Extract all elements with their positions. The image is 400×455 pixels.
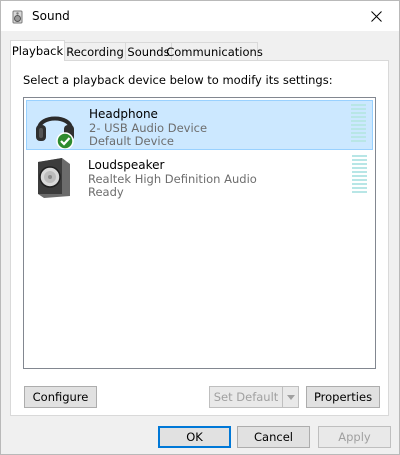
volume-meter [351,104,366,144]
headphone-icon [36,116,74,149]
speaker-app-icon [12,10,23,24]
device-item-headphone[interactable]: Headphone 2- USB Audio Device Default De… [26,100,373,150]
device-driver: 2- USB Audio Device [89,121,208,135]
device-name: Loudspeaker [88,158,165,172]
volume-meter [352,155,367,195]
set-default-button[interactable]: Set Default [209,386,283,408]
device-driver: Realtek High Definition Audio [88,172,257,186]
tab-playback[interactable]: Playback [10,40,65,61]
speaker-icon [38,158,70,198]
instruction-text: Select a playback device below to modify… [23,73,333,87]
playback-panel: Select a playback device below to modify… [10,60,389,416]
tab-label: Communications [166,44,263,59]
device-name: Headphone [89,107,158,121]
device-list[interactable]: Headphone 2- USB Audio Device Default De… [23,97,376,369]
apply-button[interactable]: Apply [318,426,391,448]
tab-label: Recording [66,44,124,59]
device-status: Ready [88,185,124,199]
tab-label: Sounds [127,44,170,59]
tab-communications[interactable]: Communications [166,42,263,60]
tab-sounds[interactable]: Sounds [125,42,172,60]
window-title: Sound [32,9,70,23]
ok-button[interactable]: OK [158,426,231,448]
chevron-down-icon [286,394,295,400]
default-check-icon [56,132,74,149]
sound-dialog: Sound Playback Recording Sounds Communic… [0,0,400,455]
device-status: Default Device [89,134,175,148]
close-icon [370,10,382,22]
tab-label: Playback [11,44,64,58]
device-item-loudspeaker[interactable]: Loudspeaker Realtek High Definition Audi… [26,152,373,202]
tab-recording[interactable]: Recording [64,42,126,60]
configure-button[interactable]: Configure [24,386,97,408]
close-button[interactable] [353,1,399,31]
title-bar: Sound [1,1,399,31]
cancel-button[interactable]: Cancel [237,426,310,448]
set-default-dropdown[interactable] [283,386,299,408]
properties-button[interactable]: Properties [306,386,380,408]
